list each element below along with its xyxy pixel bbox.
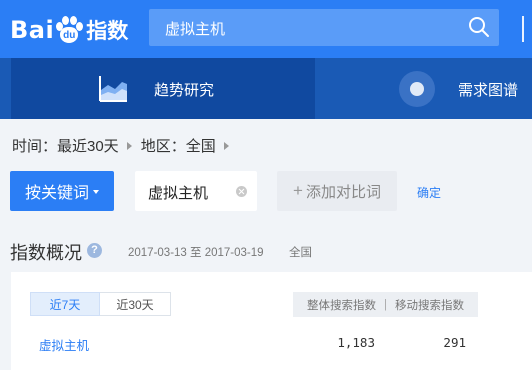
by-keyword-label: 按关键词 — [24, 185, 89, 202]
remove-keyword-icon[interactable] — [236, 186, 247, 197]
tab-trend-label: 趋势研究 — [154, 82, 215, 99]
overview-date-range: 2017-03-13 至 2017-03-19 — [128, 247, 264, 259]
by-keyword-button[interactable]: 按关键词 — [10, 171, 114, 211]
caret-right-icon[interactable] — [126, 141, 132, 150]
trend-chart-icon — [99, 76, 127, 102]
main-nav: 趋势研究 需求图谱 — [0, 58, 532, 119]
top-header: Bai du 指数 虚拟主机 — [0, 0, 532, 58]
row-mobile-value: 291 — [443, 335, 466, 350]
overview-panel: 近7天 近30天 整体搜索指数 | 移动搜索指数 虚拟主机 1,183 291 — [11, 272, 532, 370]
time-filter[interactable]: 时间：最近30天 — [12, 135, 119, 156]
caret-right-icon[interactable] — [223, 141, 229, 150]
keyword-chip[interactable]: 虚拟主机 — [135, 171, 257, 211]
search-box[interactable]: 虚拟主机 — [149, 9, 499, 46]
range-tab-7d[interactable]: 近7天 — [30, 292, 100, 316]
keyword-text: 虚拟主机 — [148, 185, 209, 202]
row-keyword-link[interactable]: 虚拟主机 — [39, 335, 89, 354]
confirm-link[interactable]: 确定 — [417, 184, 441, 201]
column-separator: | — [384, 298, 387, 311]
overview-title: 指数概况 — [10, 243, 82, 263]
filter-bar: 时间：最近30天 地区：全国 — [12, 135, 238, 156]
range-tab-30d[interactable]: 近30天 — [100, 292, 171, 316]
dropdown-arrow-icon — [93, 189, 99, 194]
tab-demand-label: 需求图谱 — [458, 82, 519, 99]
col-overall-index: 整体搜索指数 — [307, 299, 376, 312]
tab-trend-research[interactable]: 趋势研究 — [11, 58, 315, 119]
plus-icon: + — [293, 181, 303, 200]
help-icon[interactable]: ? — [87, 243, 102, 258]
demand-graph-icon — [399, 71, 435, 107]
header-divider — [522, 16, 532, 42]
baidu-index-logo[interactable]: Bai du 指数 — [10, 10, 128, 50]
paw-text: du — [63, 30, 76, 41]
logo-subtitle: 指数 — [86, 19, 129, 43]
overview-region: 全国 — [289, 247, 312, 259]
range-tabs: 近7天 近30天 — [30, 292, 171, 316]
column-headers: 整体搜索指数 | 移动搜索指数 — [293, 292, 478, 317]
search-icon[interactable] — [467, 15, 491, 39]
add-compare-label: 添加对比词 — [305, 183, 381, 201]
row-overall-value: 1,183 — [337, 335, 375, 350]
region-filter[interactable]: 地区：全国 — [141, 135, 216, 156]
col-mobile-index: 移动搜索指数 — [395, 299, 464, 312]
tab-demand-graph[interactable]: 需求图谱 — [315, 58, 532, 119]
search-input[interactable]: 虚拟主机 — [165, 18, 225, 39]
paw-icon: du — [55, 15, 84, 45]
logo-text: Bai — [10, 16, 55, 44]
add-compare-button[interactable]: + 添加对比词 — [277, 171, 397, 211]
